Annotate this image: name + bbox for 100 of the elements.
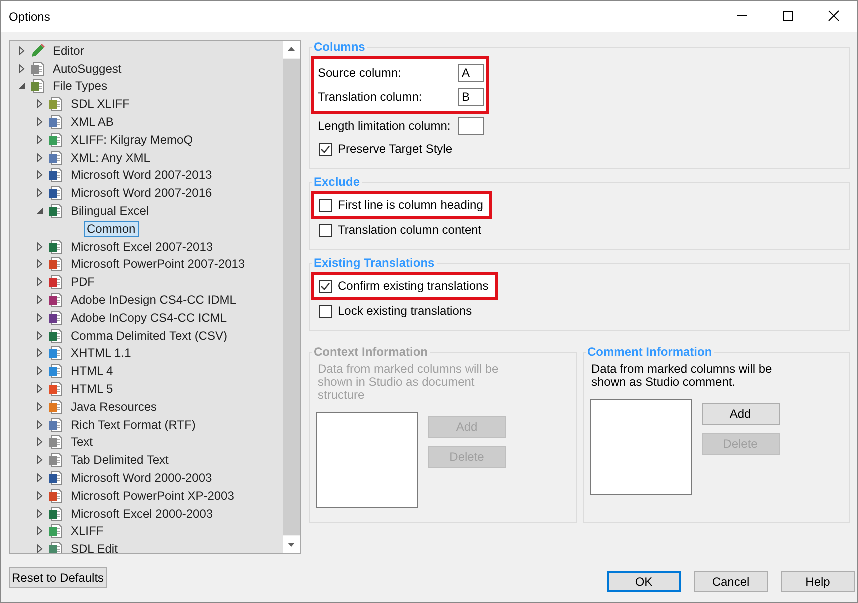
expand-icon[interactable] (36, 259, 44, 270)
checkbox-label: First line is column heading (338, 198, 484, 212)
scrollbar-thumb[interactable] (283, 59, 300, 535)
reset-button[interactable]: Reset to Defaults (9, 567, 107, 588)
tree-item[interactable]: HTML 4 (68, 363, 116, 380)
dialog-button[interactable]: OK (607, 571, 681, 592)
checkbox-label: Translation column content (338, 223, 482, 237)
expand-icon[interactable] (36, 295, 44, 306)
field-label: Source column: (317, 66, 402, 80)
expand-icon[interactable] (36, 473, 44, 484)
tree-item[interactable]: Adobe InDesign CS4-CC IDML (68, 292, 240, 308)
window-title: Options (8, 10, 50, 24)
expand-icon[interactable] (36, 117, 44, 128)
expand-icon[interactable] (36, 348, 44, 358)
dialog-button[interactable]: Help (781, 571, 855, 592)
collapse-icon[interactable] (18, 81, 26, 92)
tree-item[interactable]: Microsoft PowerPoint 2007-2013 (68, 256, 248, 272)
expand-icon[interactable] (36, 188, 44, 198)
expand-icon[interactable] (36, 384, 44, 394)
expand-icon[interactable] (36, 99, 44, 110)
tree-item[interactable]: Comma Delimited Text (CSV) (68, 328, 230, 344)
document-icon (48, 328, 64, 344)
tree-item[interactable]: Common (84, 220, 139, 237)
tree-item[interactable]: XLIFF: Kilgray MemoQ (68, 132, 196, 148)
dialog-button[interactable]: Cancel (694, 571, 768, 592)
list-box[interactable] (590, 399, 692, 495)
checkbox[interactable] (319, 280, 332, 292)
tree-item[interactable]: Rich Text Format (RTF) (68, 416, 199, 433)
checkbox-label: Confirm existing translations (338, 279, 489, 293)
tree-item[interactable]: Tab Delimited Text (68, 452, 172, 468)
tree-item[interactable]: XHTML 1.1 (68, 345, 134, 362)
tree-item[interactable]: XML AB (68, 114, 117, 130)
document-icon (48, 434, 64, 450)
tree-item[interactable]: Microsoft Word 2007-2013 (68, 167, 216, 184)
document-icon (48, 381, 64, 398)
field-label: Length limitation column: (317, 119, 451, 133)
document-icon (48, 523, 64, 540)
tree-item[interactable]: SDL Edit (68, 541, 121, 553)
group-title: Existing Translations (313, 256, 436, 270)
group-title: Comment Information (586, 345, 714, 359)
expand-icon[interactable] (36, 402, 44, 412)
document-icon (48, 185, 64, 202)
tree-item[interactable]: AutoSuggest (50, 60, 125, 77)
tree-item[interactable]: File Types (50, 78, 110, 94)
field-label: Translation column: (317, 90, 422, 104)
checkbox[interactable] (319, 198, 332, 212)
document-icon (48, 416, 64, 433)
expand-icon[interactable] (36, 526, 44, 536)
list-button[interactable]: Add (702, 403, 780, 425)
document-icon (30, 60, 46, 77)
tree-item[interactable]: XLIFF (68, 523, 107, 540)
expand-icon[interactable] (36, 455, 44, 466)
checkbox[interactable] (319, 224, 332, 236)
pencil-icon (30, 42, 46, 59)
checkbox[interactable] (319, 142, 332, 156)
expand-icon[interactable] (36, 134, 44, 145)
tree-item[interactable]: Editor (50, 42, 88, 59)
tree-item[interactable]: Java Resources (68, 398, 160, 415)
document-icon (48, 274, 64, 290)
tree-item[interactable]: Microsoft PowerPoint XP-2003 (68, 488, 238, 504)
input-field[interactable] (458, 117, 484, 135)
tree-item[interactable]: Microsoft Excel 2007-2013 (68, 238, 216, 255)
expand-icon[interactable] (36, 242, 44, 252)
expand-icon[interactable] (18, 64, 26, 74)
checkbox-label: Preserve Target Style (338, 142, 452, 156)
tree-item[interactable]: Microsoft Excel 2000-2003 (68, 506, 216, 522)
document-icon (48, 398, 64, 415)
expand-icon[interactable] (36, 152, 44, 163)
collapse-icon[interactable] (36, 206, 44, 216)
expand-icon[interactable] (36, 420, 44, 430)
expand-icon[interactable] (36, 544, 44, 553)
group-title: Columns (313, 40, 366, 54)
tree-item[interactable]: SDL XLIFF (68, 96, 133, 112)
scroll-down-icon[interactable] (283, 536, 300, 553)
document-icon (48, 292, 64, 308)
tree-item[interactable]: XML: Any XML (68, 150, 154, 166)
tree-item[interactable]: Bilingual Excel (68, 203, 152, 220)
expand-icon[interactable] (36, 366, 44, 376)
tree-item[interactable]: PDF (68, 274, 98, 290)
expand-icon[interactable] (36, 312, 44, 323)
expand-icon[interactable] (36, 437, 44, 448)
description-text: Data from marked columns will be shown as Studio comment. (592, 363, 774, 389)
document-icon (48, 452, 64, 468)
scroll-up-icon[interactable] (283, 41, 300, 58)
input-field[interactable]: A (458, 64, 484, 82)
tree-item[interactable]: Adobe InCopy CS4-CC ICML (68, 310, 230, 326)
tree-item[interactable]: Microsoft Word 2000-2003 (68, 470, 216, 486)
checkbox[interactable] (319, 304, 332, 318)
document-icon (48, 310, 64, 326)
input-field[interactable]: B (458, 88, 484, 106)
expand-icon[interactable] (36, 508, 44, 519)
tree-item[interactable]: Microsoft Word 2007-2016 (68, 185, 216, 202)
expand-icon[interactable] (36, 490, 44, 501)
document-icon (48, 256, 64, 272)
expand-icon[interactable] (36, 170, 44, 180)
tree-item[interactable]: Text (68, 434, 96, 450)
tree-item[interactable]: HTML 5 (68, 381, 116, 398)
expand-icon[interactable] (18, 46, 26, 56)
expand-icon[interactable] (36, 277, 44, 288)
expand-icon[interactable] (36, 330, 44, 341)
